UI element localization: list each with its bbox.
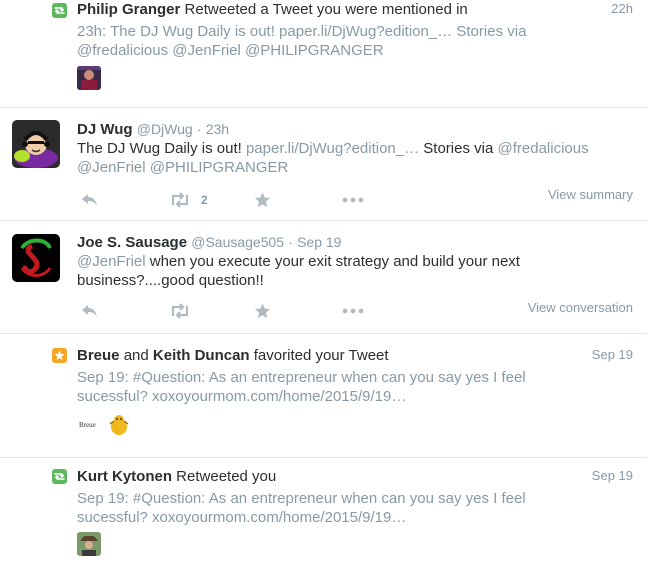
retweet-icon	[52, 469, 67, 484]
timestamp[interactable]: Sep 19	[592, 468, 633, 483]
timestamp[interactable]: Sep 19	[592, 347, 633, 362]
mention-link[interactable]: @JenFriel	[77, 159, 146, 176]
actor-name[interactable]: Breue	[77, 347, 120, 364]
notification-action: Retweeted a Tweet you were mentioned in	[184, 1, 468, 18]
notification-retweet[interactable]: Kurt Kytonen Retweeted you Sep 19 Sep 19…	[0, 458, 647, 573]
notification-header: Kurt Kytonen Retweeted you	[77, 467, 633, 486]
tweet-preview-line-2: sucessful? xoxoyourmom.com/home/2015/9/1…	[77, 509, 407, 526]
tweet-preview-line-1: Sep 19: #Question: As an entrepreneur wh…	[77, 490, 526, 507]
avatar[interactable]	[107, 412, 131, 436]
tweet-link[interactable]: paper.li/DjWug?edition_…	[246, 140, 419, 157]
hashtag-link[interactable]: #Question	[133, 490, 201, 507]
tweet-header: DJ Wug @DjWug · 23h	[77, 120, 633, 139]
avatar[interactable]	[77, 532, 101, 556]
favorite-star-icon[interactable]	[254, 303, 271, 321]
avatar[interactable]	[77, 66, 101, 90]
timestamp[interactable]: 22h	[611, 1, 633, 16]
tweet-preview-line-2: @fredalicious @JenFriel @PHILIPGRANGER	[77, 41, 633, 60]
tweet-actions: 2	[77, 192, 377, 210]
tweet-preview-line-2: sucessful? xoxoyourmom.com/home/2015/9/1…	[77, 388, 407, 405]
actor-name[interactable]: Philip Granger	[77, 1, 180, 18]
tweet-card[interactable]: DJ Wug @DjWug · 23h The DJ Wug Daily is …	[0, 108, 647, 221]
mention-link[interactable]: @fredalicious	[77, 42, 168, 59]
notification-retweet-mention[interactable]: Philip Granger Retweeted a Tweet you wer…	[0, 0, 647, 108]
retweet-count: 2	[201, 193, 208, 207]
notification-header: Philip Granger Retweeted a Tweet you wer…	[77, 0, 633, 19]
tweet-link[interactable]: paper.li/DjWug?edition_…	[279, 23, 452, 40]
author-name[interactable]: DJ Wug	[77, 121, 133, 138]
author-handle[interactable]: @DjWug	[137, 121, 193, 137]
avatar[interactable]	[12, 234, 60, 282]
star-icon	[52, 348, 67, 363]
actor-name[interactable]: Kurt Kytonen	[77, 468, 172, 485]
separator-dot: ·	[196, 121, 202, 137]
svg-text:Breue: Breue	[79, 421, 96, 429]
retweet-icon	[52, 3, 67, 18]
reply-icon[interactable]	[81, 192, 99, 210]
mention-link[interactable]: @JenFriel	[77, 253, 146, 270]
tweet-preview-line-1: Sep 19: #Question: As an entrepreneur wh…	[77, 369, 526, 386]
tweet-text-line-1: @JenFriel when you execute your exit str…	[77, 253, 520, 270]
mention-link[interactable]: @PHILIPGRANGER	[245, 42, 384, 59]
notification-action: Retweeted you	[176, 468, 277, 485]
more-options-icon[interactable]	[342, 307, 364, 325]
notification-favorite[interactable]: Breue and Keith Duncan favorited your Tw…	[0, 334, 647, 458]
more-options-icon[interactable]	[342, 196, 364, 214]
timestamp[interactable]: 23h	[206, 121, 229, 137]
avatar[interactable]	[12, 120, 60, 168]
notifications-feed: Philip Granger Retweeted a Tweet you wer…	[0, 0, 647, 573]
notification-header: Breue and Keith Duncan favorited your Tw…	[77, 347, 389, 364]
view-summary-link[interactable]: View summary	[548, 187, 633, 202]
tweet-card[interactable]: Joe S. Sausage @Sausage505 · Sep 19 @Jen…	[0, 221, 647, 334]
retweet-icon[interactable]	[169, 192, 191, 210]
timestamp[interactable]: Sep 19	[297, 234, 341, 250]
favorite-star-icon[interactable]	[254, 192, 271, 210]
hashtag-link[interactable]: #Question	[133, 369, 201, 386]
mention-link[interactable]: @JenFriel	[172, 42, 241, 59]
tweet-preview-line-1: 23h: The DJ Wug Daily is out! paper.li/D…	[77, 23, 527, 40]
mention-link[interactable]: @fredalicious	[498, 140, 589, 157]
notification-action: favorited your Tweet	[253, 347, 389, 364]
retweet-icon[interactable]	[169, 303, 191, 321]
tweet-actions	[77, 303, 377, 321]
tweet-text-line-2: @JenFriel @PHILIPGRANGER	[77, 158, 633, 177]
author-name[interactable]: Joe S. Sausage	[77, 234, 187, 251]
view-conversation-link[interactable]: View conversation	[528, 300, 633, 315]
tweet-text-line-2: business?....good question!!	[77, 272, 264, 289]
actor-name[interactable]: Keith Duncan	[153, 347, 250, 364]
mention-link[interactable]: @PHILIPGRANGER	[150, 159, 289, 176]
author-handle[interactable]: @Sausage505	[191, 234, 284, 250]
tweet-text-line-1: The DJ Wug Daily is out! paper.li/DjWug?…	[77, 140, 589, 157]
tweet-header: Joe S. Sausage @Sausage505 · Sep 19	[77, 233, 633, 252]
separator-dot: ·	[288, 234, 293, 250]
reply-icon[interactable]	[81, 303, 99, 321]
avatar[interactable]: Breue	[77, 412, 101, 436]
